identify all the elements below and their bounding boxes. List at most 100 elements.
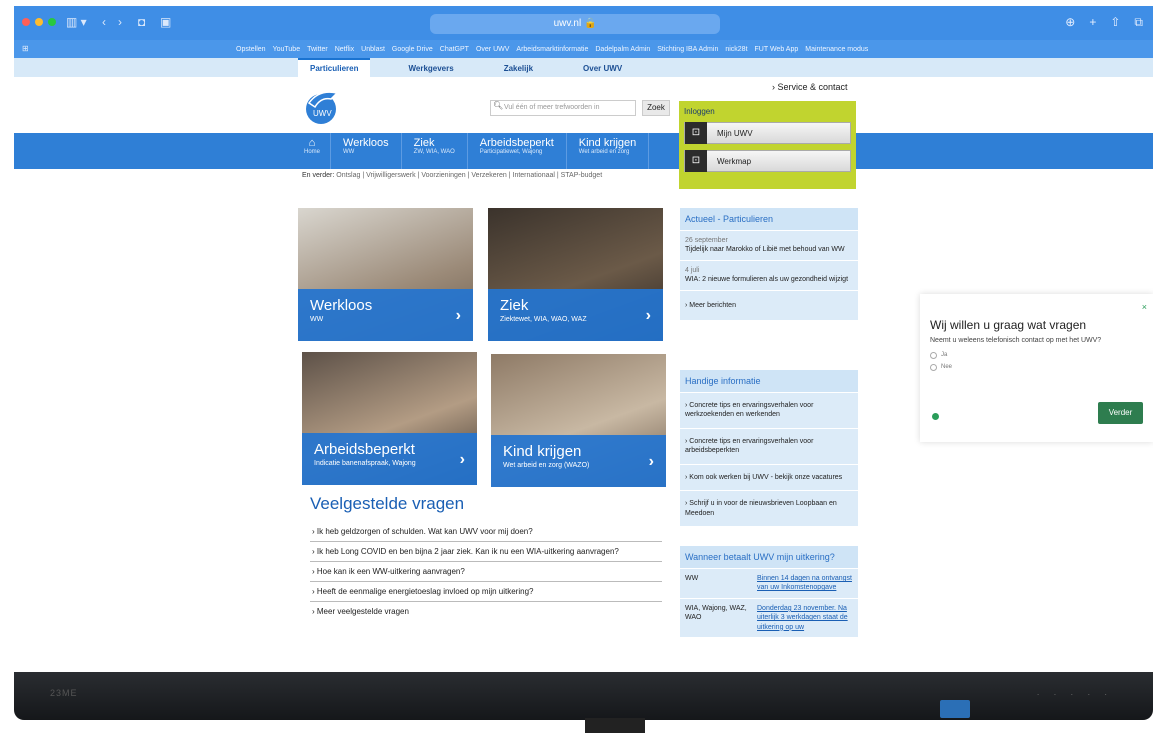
maximize-window-icon[interactable]	[48, 18, 56, 26]
lock-icon: ⊡	[685, 122, 707, 144]
faq-item[interactable]: › Heeft de eenmalige energietoeslag invl…	[310, 582, 662, 602]
bookmark-item[interactable]: Arbeidsmarktinformatie	[516, 46, 588, 53]
tile-ziek[interactable]: Ziek Ziektewet, WIA, WAO, WAZ ›	[488, 208, 663, 341]
tabs-overview-icon[interactable]: ⧉	[1134, 15, 1143, 30]
nav-sub: ZW, WIA, WAO	[413, 149, 455, 155]
mijn-uwv-button[interactable]: ⊡ Mijn UWV	[684, 122, 851, 144]
uwv-logo[interactable]: UWV	[301, 87, 341, 125]
bookmark-item[interactable]: Twitter	[307, 46, 328, 53]
sidebar-toggle-icon[interactable]: ▥ ▾	[66, 15, 87, 29]
nav-ziek[interactable]: Ziek ZW, WIA, WAO	[402, 133, 468, 169]
news-item[interactable]: 26 september Tijdelijk naar Marokko of L…	[680, 231, 858, 261]
download-icon[interactable]: ⊕	[1065, 15, 1075, 30]
faq-item[interactable]: › Ik heb Long COVID en ben bijna 2 jaar …	[310, 542, 662, 562]
nav-werkloos[interactable]: Werkloos WW	[331, 133, 402, 169]
shield-icon[interactable]: ◘	[138, 15, 145, 29]
useful-info-item[interactable]: › Concrete tips en ervaringsverhalen voo…	[680, 429, 858, 465]
home-icon: ⌂	[308, 137, 316, 149]
bookmarks-bar: Opstellen YouTube Twitter Netflix Unblast Goo…	[14, 40, 1153, 58]
chevron-right-icon: ›	[455, 307, 461, 324]
tab-particulieren[interactable]: Particulieren	[298, 58, 371, 77]
window-controls[interactable]	[22, 18, 56, 26]
tile-arbeidsbeperkt[interactable]: Arbeidsbeperkt Indicatie banenafspraak, …	[302, 352, 477, 485]
lock-icon: ⊡	[685, 150, 707, 172]
close-window-icon[interactable]	[22, 18, 30, 26]
nav-sub: WW	[343, 149, 355, 155]
bookmark-item[interactable]: nick28t	[725, 46, 747, 53]
nav-arbeidsbeperkt[interactable]: Arbeidsbeperkt Participatiewet, Wajong	[468, 133, 567, 169]
faq-item[interactable]: › Hoe kan ik een WW-uitkering aanvragen?	[310, 562, 662, 582]
nav-title: Arbeidsbeperkt	[479, 137, 554, 149]
subnav-links[interactable]: Ontslag | Vrijwilligerswerk | Voorzienin…	[336, 172, 602, 179]
nav-kind-krijgen[interactable]: Kind krijgen Wet arbeid en zorg	[567, 133, 650, 169]
tile-caption: Kind krijgen Wet arbeid en zorg (WAZO)	[491, 435, 666, 487]
bookmark-item[interactable]: Google Drive	[392, 46, 433, 53]
bookmark-item[interactable]: Over UWV	[476, 46, 509, 53]
monitor-buttons[interactable]: · · · · ·	[1037, 690, 1113, 699]
tile-sub: Indicatie banenafspraak, Wajong	[314, 460, 416, 467]
survey-option-ja[interactable]: Ja	[930, 351, 1143, 359]
tile-title: Kind krijgen	[503, 443, 582, 460]
payment-row: WW Binnen 14 dagen na ontvangst van uw I…	[680, 569, 858, 599]
bookmark-item[interactable]: Netflix	[335, 46, 354, 53]
payment-date-link[interactable]: Binnen 14 dagen na ontvangst van uw Inko…	[757, 574, 853, 593]
news-date: 26 september	[685, 237, 728, 244]
search-button[interactable]: Zoek	[642, 100, 670, 116]
survey-question: Neemt u weleens telefonisch contact op m…	[930, 337, 1102, 344]
useful-info-item[interactable]: › Kom ook werken bij UWV - bekijk onze v…	[680, 465, 858, 492]
bookmark-item[interactable]: Maintenance modus	[805, 46, 868, 53]
close-icon[interactable]: ×	[1142, 302, 1147, 312]
bookmark-item[interactable]: Unblast	[361, 46, 385, 53]
tile-title: Arbeidsbeperkt	[314, 441, 415, 458]
secondary-links: En verder: Ontslag | Vrijwilligerswerk |…	[14, 169, 1153, 183]
tab-over-uwv[interactable]: Over UWV	[571, 60, 634, 77]
new-tab-icon[interactable]: +	[1089, 15, 1096, 30]
address-bar[interactable]: uwv.nl 🔒	[430, 14, 720, 34]
bookmark-item[interactable]: YouTube	[273, 46, 301, 53]
nav-sub: Participatiewet, Wajong	[479, 149, 543, 155]
useful-info-item[interactable]: › Schrijf u in voor de nieuwsbrieven Loo…	[680, 491, 858, 528]
radio-icon[interactable]	[930, 363, 937, 371]
bookmarks-sidebar-icon[interactable]: ⊞	[22, 44, 29, 53]
survey-option-nee[interactable]: Nee	[930, 363, 1143, 371]
tab-zakelijk[interactable]: Zakelijk	[492, 60, 545, 77]
tile-caption: Arbeidsbeperkt Indicatie banenafspraak, …	[302, 433, 477, 485]
news-item[interactable]: 4 juli WIA: 2 nieuwe formulieren als uw …	[680, 261, 858, 291]
faq-item[interactable]: › Ik heb geldzorgen of schulden. Wat kan…	[310, 522, 662, 542]
bookmark-item[interactable]: ChatGPT	[440, 46, 469, 53]
extension-icon[interactable]: ▣	[160, 15, 171, 29]
payment-row: WIA, Wajong, WAZ, WAO Donderdag 23 novem…	[680, 599, 858, 639]
share-icon[interactable]: ⇧	[1110, 15, 1120, 30]
tab-werkgevers[interactable]: Werkgevers	[396, 60, 465, 77]
monitor-brand: 23ME	[50, 688, 78, 698]
news-title: Actueel - Particulieren	[680, 208, 858, 231]
monitor: ▥ ▾ ‹ › ◘ ▣ uwv.nl 🔒 ⊕ + ⇧ ⧉ Opstellen Yo…	[0, 0, 1153, 733]
survey-title: Wij willen u graag wat vragen	[930, 318, 1087, 332]
more-news-link[interactable]: › Meer berichten	[680, 291, 858, 322]
tile-caption: Werkloos WW	[298, 289, 473, 341]
payment-date-link[interactable]: Donderdag 23 november. Na uiterlijk 3 we…	[757, 604, 853, 632]
tile-sub: Wet arbeid en zorg (WAZO)	[503, 462, 590, 469]
tile-title: Werkloos	[310, 297, 373, 314]
nav-title: Ziek	[413, 137, 435, 149]
faq-more-link[interactable]: › Meer veelgestelde vragen	[310, 602, 662, 621]
verder-button[interactable]: Verder	[1098, 402, 1143, 424]
useful-info-item[interactable]: › Concrete tips en ervaringsverhalen voo…	[680, 393, 858, 429]
search-input[interactable]: Vul één of meer trefwoorden in	[490, 100, 636, 116]
back-icon[interactable]: ‹	[102, 15, 106, 29]
service-contact-link[interactable]: › Service & contact	[772, 82, 848, 92]
werkmap-label: Werkmap	[717, 156, 752, 166]
werkmap-button[interactable]: ⊡ Werkmap	[684, 150, 851, 172]
tile-kind-krijgen[interactable]: Kind krijgen Wet arbeid en zorg (WAZO) ›	[491, 354, 666, 487]
useful-info-panel: Handige informatie › Concrete tips en er…	[680, 370, 858, 528]
bookmark-item[interactable]: FUT Web App	[755, 46, 799, 53]
forward-icon[interactable]: ›	[118, 15, 122, 29]
bookmark-item[interactable]: Dadelpalm Admin	[595, 46, 650, 53]
tile-werkloos[interactable]: Werkloos WW ›	[298, 208, 473, 341]
bookmark-item[interactable]: Stichting IBA Admin	[657, 46, 718, 53]
minimize-window-icon[interactable]	[35, 18, 43, 26]
nav-home[interactable]: ⌂ Home	[298, 133, 332, 169]
bookmark-item[interactable]: Opstellen	[236, 46, 266, 53]
mijn-uwv-label: Mijn UWV	[717, 128, 753, 138]
radio-icon[interactable]	[930, 351, 937, 359]
